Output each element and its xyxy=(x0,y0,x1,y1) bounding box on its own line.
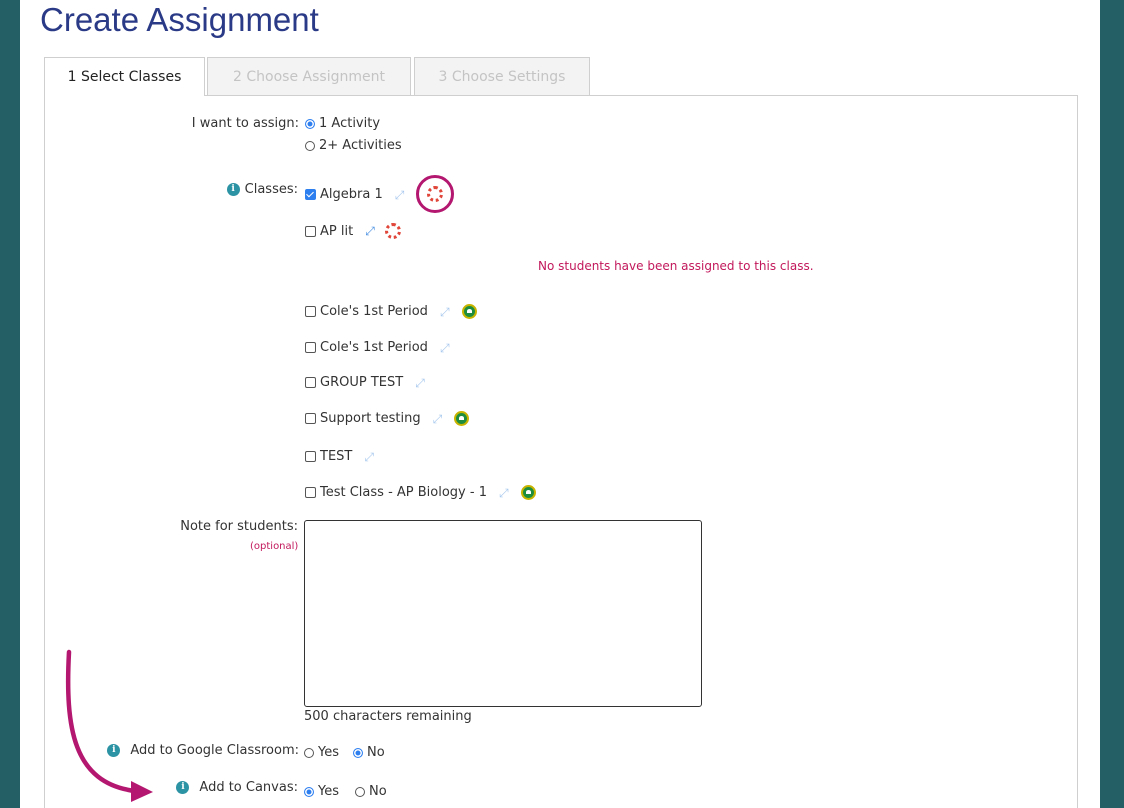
expand-arrows-icon[interactable]: ⤢ xyxy=(415,377,425,389)
note-optional-label: (optional) xyxy=(250,541,299,552)
expand-arrows-icon[interactable]: ⤢ xyxy=(440,342,450,354)
class-item-ap-lit[interactable]: AP lit ⤢ xyxy=(305,223,401,239)
no-students-warning: No students have been assigned to this c… xyxy=(538,259,814,273)
note-textarea[interactable] xyxy=(304,520,702,707)
character-counter: 500 characters remaining xyxy=(304,709,472,724)
radio-selected[interactable] xyxy=(304,786,314,797)
class-item-coles-1st-period[interactable]: Cole's 1st Period ⤢ xyxy=(305,304,477,319)
canvas-yes-option[interactable]: Yes xyxy=(304,784,339,799)
expand-arrows-icon[interactable]: ⤢ xyxy=(499,487,509,499)
classes-label-group: i Classes: xyxy=(226,182,298,197)
annotation-highlight-circle xyxy=(416,175,454,213)
class-name: Algebra 1 xyxy=(320,187,383,202)
tab-choose-settings[interactable]: 3 Choose Settings xyxy=(414,57,590,95)
class-name: Test Class - AP Biology - 1 xyxy=(320,485,487,500)
class-item-test-class-ap-biology[interactable]: Test Class - AP Biology - 1 ⤢ xyxy=(305,485,536,500)
canvas-label-group: i Add to Canvas: xyxy=(176,780,298,795)
page-title: Create Assignment xyxy=(40,1,319,38)
class-name: Cole's 1st Period xyxy=(320,304,428,319)
expand-arrows-icon[interactable]: ⤢ xyxy=(365,225,375,237)
google-classroom-yes-option[interactable]: Yes xyxy=(304,745,339,760)
class-checkbox[interactable] xyxy=(305,189,316,200)
class-item-support-testing[interactable]: Support testing ⤢ xyxy=(305,411,470,426)
assign-label: I want to assign: xyxy=(191,116,299,131)
class-item-algebra-1[interactable]: Algebra 1 ⤢ xyxy=(305,187,404,202)
expand-arrows-icon[interactable]: ⤢ xyxy=(440,306,450,318)
note-label: Note for students: xyxy=(180,519,298,534)
radio-unselected[interactable] xyxy=(304,747,314,758)
google-classroom-icon xyxy=(454,411,470,426)
class-item-coles-1st-period-2[interactable]: Cole's 1st Period ⤢ xyxy=(305,340,450,355)
info-icon[interactable]: i xyxy=(226,183,240,196)
assign-option-label: 1 Activity xyxy=(319,116,381,131)
canvas-label: Add to Canvas: xyxy=(199,780,298,795)
google-classroom-no-option[interactable]: No xyxy=(353,745,385,760)
option-label: Yes xyxy=(318,745,339,760)
class-checkbox[interactable] xyxy=(305,306,316,317)
class-checkbox[interactable] xyxy=(305,487,316,498)
expand-arrows-icon[interactable]: ⤢ xyxy=(395,189,405,201)
info-icon[interactable]: i xyxy=(176,781,190,794)
radio-unselected[interactable] xyxy=(305,140,315,151)
class-checkbox[interactable] xyxy=(305,342,316,353)
option-label: Yes xyxy=(318,784,339,799)
class-item-group-test[interactable]: GROUP TEST ⤢ xyxy=(305,375,425,390)
classes-label: Classes: xyxy=(244,182,298,197)
class-checkbox[interactable] xyxy=(305,377,316,388)
class-name: TEST xyxy=(320,449,353,464)
class-checkbox[interactable] xyxy=(305,225,316,237)
expand-arrows-icon[interactable]: ⤢ xyxy=(364,451,374,463)
canvas-no-option[interactable]: No xyxy=(355,784,387,799)
radio-selected[interactable] xyxy=(305,118,315,129)
class-checkbox[interactable] xyxy=(305,451,316,462)
class-name: Support testing xyxy=(320,411,421,426)
canvas-logo-icon xyxy=(427,186,443,202)
class-name: GROUP TEST xyxy=(320,375,404,390)
assign-option-1-activity[interactable]: 1 Activity xyxy=(305,116,380,131)
class-name: Cole's 1st Period xyxy=(320,340,428,355)
option-label: No xyxy=(369,784,387,799)
class-name: AP lit xyxy=(320,223,354,239)
class-checkbox[interactable] xyxy=(305,413,316,424)
assign-option-2-activities[interactable]: 2+ Activities xyxy=(305,138,402,153)
tab-select-classes[interactable]: 1 Select Classes xyxy=(44,57,205,96)
canvas-logo-icon xyxy=(384,223,401,239)
google-classroom-icon xyxy=(461,304,477,319)
option-label: No xyxy=(367,745,385,760)
google-classroom-icon xyxy=(520,485,536,500)
annotation-arrow xyxy=(65,649,153,802)
radio-selected[interactable] xyxy=(353,747,363,758)
class-item-test[interactable]: TEST ⤢ xyxy=(305,449,374,464)
assign-option-label: 2+ Activities xyxy=(319,138,402,153)
radio-unselected[interactable] xyxy=(355,786,365,797)
expand-arrows-icon[interactable]: ⤢ xyxy=(433,413,443,425)
tab-choose-assignment[interactable]: 2 Choose Assignment xyxy=(207,57,411,95)
